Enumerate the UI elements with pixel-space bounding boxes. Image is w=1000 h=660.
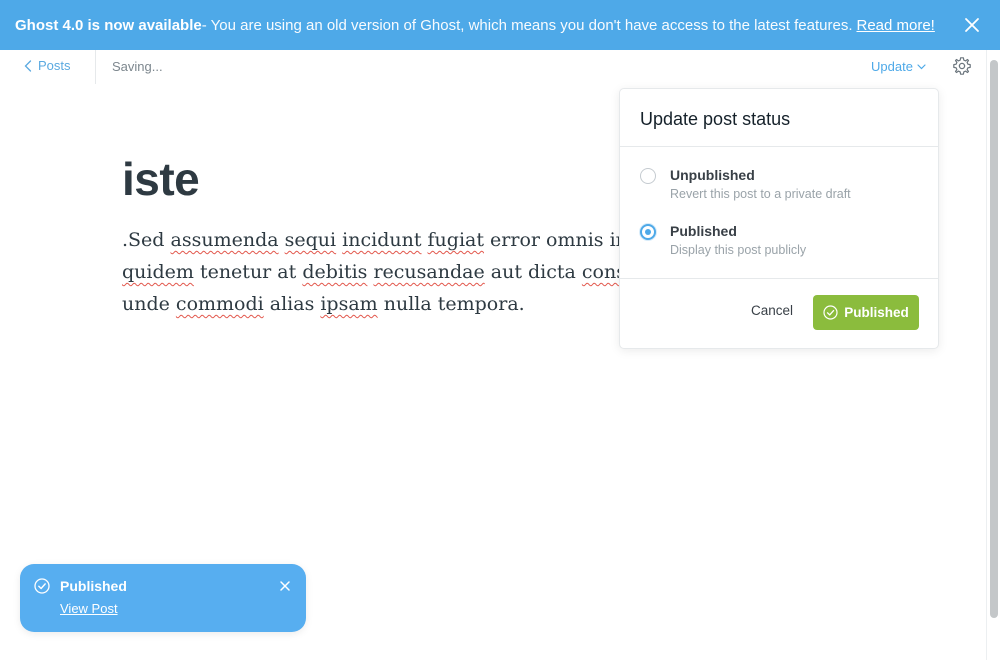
back-label: Posts (38, 58, 71, 73)
update-label: Update (871, 59, 913, 74)
option-description: Display this post publicly (670, 243, 807, 257)
check-circle-icon (34, 578, 50, 599)
published-button-label: Published (844, 305, 909, 320)
banner-read-more-link[interactable]: Read more! (856, 17, 934, 34)
misspelled-word: incidunt (342, 229, 422, 251)
misspelled-word: commodi (175, 293, 264, 315)
popover-divider (620, 146, 938, 147)
update-menu-button[interactable]: Update (871, 59, 926, 74)
published-toast: Published View Post (20, 564, 306, 632)
misspelled-word: sequi (284, 229, 337, 251)
option-description: Revert this post to a private draft (670, 187, 851, 201)
option-published[interactable]: Published Display this post publicly (640, 223, 920, 263)
save-status: Saving... (112, 59, 163, 74)
popover-title: Update post status (640, 109, 791, 129)
banner-message: - You are using an old version of Ghost,… (201, 16, 853, 34)
body-text-segment: aut dicta (484, 261, 582, 283)
view-post-link[interactable]: View Post (60, 601, 118, 616)
published-radio[interactable] (640, 224, 656, 240)
post-body[interactable]: .Sed assumenda sequi incidunt fugiat err… (122, 224, 682, 320)
body-text-segment: alias (263, 293, 321, 315)
popover-divider (620, 278, 938, 279)
settings-gear-icon[interactable] (952, 56, 972, 76)
body-text-segment: error omnis in (484, 229, 634, 251)
body-text-segment: tenetur at (193, 261, 303, 283)
misspelled-word: quidem (122, 261, 194, 283)
upgrade-banner: Ghost 4.0 is now available - You are usi… (0, 0, 1000, 50)
published-button[interactable]: Published (813, 295, 919, 330)
body-text-segment: unde (122, 293, 176, 315)
option-label: Published (670, 223, 737, 239)
option-label: Unpublished (670, 167, 755, 183)
misspelled-word: ipsam (320, 293, 378, 315)
update-status-popover: Update post status Unpublished Revert th… (619, 88, 939, 349)
banner-close-icon[interactable] (962, 15, 982, 35)
misspelled-word: fugiat (427, 229, 484, 251)
chevron-left-icon (24, 59, 32, 72)
body-text-segment: nulla tempora. (377, 293, 525, 315)
misspelled-word: recusandae (373, 261, 485, 283)
back-to-posts-link[interactable]: Posts (24, 58, 71, 73)
misspelled-word: assumenda (170, 229, 279, 251)
editor-header: Posts Saving... Update (0, 50, 986, 84)
check-circle-icon (823, 305, 838, 320)
option-unpublished[interactable]: Unpublished Revert this post to a privat… (640, 167, 920, 207)
chevron-down-icon (917, 63, 926, 69)
unpublished-radio[interactable] (640, 168, 656, 184)
toast-title: Published (60, 578, 127, 594)
post-title[interactable]: iste (122, 152, 200, 206)
toast-close-icon[interactable] (278, 579, 292, 593)
body-text-segment: .Sed (122, 229, 171, 251)
header-divider (95, 50, 96, 84)
scrollbar-thumb[interactable] (990, 60, 998, 618)
banner-headline: Ghost 4.0 is now available (15, 16, 202, 34)
cancel-button[interactable]: Cancel (751, 303, 793, 318)
misspelled-word: debitis (302, 261, 368, 283)
